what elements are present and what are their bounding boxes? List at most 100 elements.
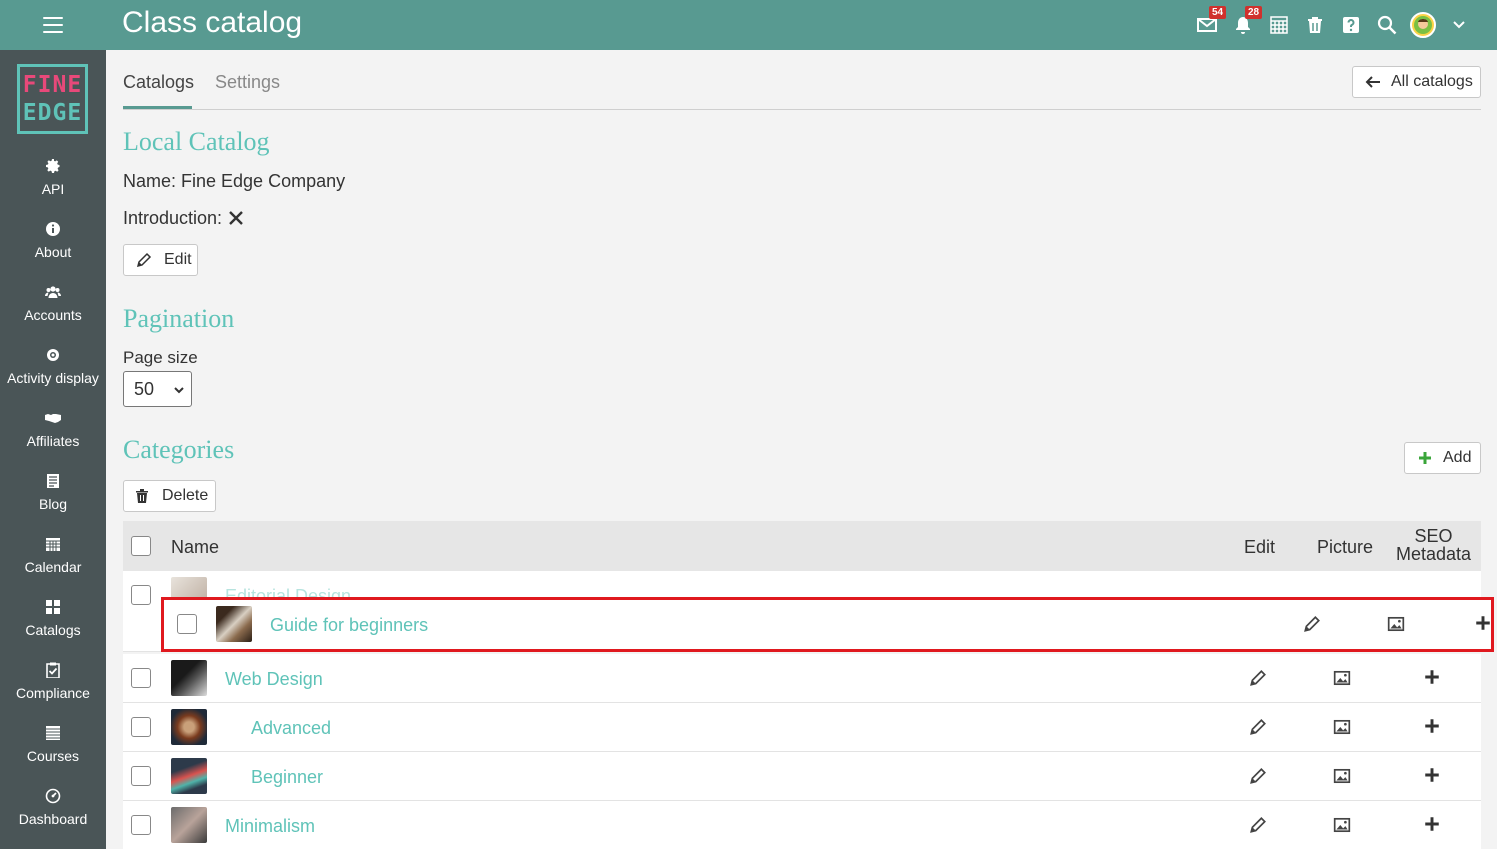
add-category-button[interactable]: Add xyxy=(1404,442,1481,474)
notifications-badge: 28 xyxy=(1245,6,1263,19)
category-name-link[interactable]: Web Design xyxy=(225,669,323,690)
table-row[interactable]: Web Design xyxy=(123,654,1481,703)
pagination-heading: Pagination xyxy=(123,304,235,333)
plus-icon[interactable] xyxy=(1423,766,1441,784)
page-size-label: Page size xyxy=(123,348,198,367)
search-icon xyxy=(1377,15,1397,35)
row-checkbox[interactable] xyxy=(177,614,197,634)
sidebar-item-courses[interactable]: Courses xyxy=(0,720,106,783)
table-row[interactable]: Advanced xyxy=(123,703,1481,752)
category-name-link[interactable]: Beginner xyxy=(251,767,323,788)
tab-settings[interactable]: Settings xyxy=(215,72,280,93)
category-name-link[interactable]: Advanced xyxy=(251,718,331,739)
tab-catalogs[interactable]: Catalogs xyxy=(123,72,194,93)
column-edit: Edit xyxy=(1244,537,1276,557)
row-checkbox[interactable] xyxy=(131,815,151,835)
sidebar-item-calendar[interactable]: Calendar xyxy=(0,531,106,594)
blog-icon xyxy=(45,468,61,494)
plus-icon[interactable] xyxy=(1423,717,1441,735)
sidebar-item-activity-display[interactable]: Activity display xyxy=(0,342,106,405)
grid-icon xyxy=(45,594,61,620)
plus-icon[interactable] xyxy=(1423,815,1441,833)
user-dropdown-toggle[interactable] xyxy=(1441,0,1477,50)
user-menu-button[interactable] xyxy=(1405,0,1441,50)
picture-icon[interactable] xyxy=(1333,816,1351,834)
search-button[interactable] xyxy=(1369,0,1405,50)
menu-toggle-button[interactable] xyxy=(0,0,106,50)
notifications-button[interactable]: 28 xyxy=(1225,0,1263,50)
column-seo-metadata: SEO Metadata xyxy=(1396,526,1472,564)
page-size-select[interactable]: 50 xyxy=(123,371,192,407)
sidebar-item-dashboard[interactable]: Dashboard xyxy=(0,783,106,846)
picture-icon[interactable] xyxy=(1387,615,1405,633)
messages-badge: 54 xyxy=(1209,6,1227,19)
sidebar-item-compliance[interactable]: Compliance xyxy=(0,657,106,720)
messages-button[interactable]: 54 xyxy=(1189,0,1227,50)
chevron-down-icon xyxy=(174,387,184,394)
select-all-checkbox[interactable] xyxy=(131,536,151,556)
trash-button[interactable] xyxy=(1297,0,1333,50)
calendar-grid-icon xyxy=(1270,16,1288,34)
plus-icon[interactable] xyxy=(1474,614,1492,632)
pencil-icon xyxy=(136,252,152,268)
edit-pencil-icon[interactable] xyxy=(1249,816,1267,834)
categories-table-header: Name Edit Picture SEO Metadata xyxy=(123,521,1481,571)
category-name-link[interactable]: Minimalism xyxy=(225,816,315,837)
column-picture: Picture xyxy=(1317,537,1374,557)
sidebar-item-catalogs[interactable]: Catalogs xyxy=(0,594,106,657)
plus-icon xyxy=(1419,452,1431,464)
edit-catalog-button[interactable]: Edit xyxy=(123,244,198,276)
row-checkbox[interactable] xyxy=(131,717,151,737)
tab-bar: Catalogs Settings xyxy=(123,60,1481,110)
user-face-icon xyxy=(1414,16,1432,34)
dot-circle-icon xyxy=(45,342,61,368)
courses-icon xyxy=(45,720,61,746)
trash-icon xyxy=(1308,17,1322,33)
hamburger-icon xyxy=(43,17,63,33)
chevron-down-icon xyxy=(1453,21,1465,29)
edit-pencil-icon[interactable] xyxy=(1249,669,1267,687)
edit-pencil-icon[interactable] xyxy=(1303,615,1321,633)
edit-pencil-icon[interactable] xyxy=(1249,767,1267,785)
delete-button[interactable]: Delete xyxy=(123,480,216,512)
plus-icon[interactable] xyxy=(1423,668,1441,686)
introduction-label: Introduction: xyxy=(123,208,223,228)
sidebar: FINE EDGE API About Accounts Activity di… xyxy=(0,50,106,849)
x-mark-icon xyxy=(228,210,244,231)
introduction-row: Introduction: xyxy=(123,208,244,231)
sidebar-item-blog[interactable]: Blog xyxy=(0,468,106,531)
local-catalog-heading: Local Catalog xyxy=(123,127,270,156)
row-checkbox[interactable] xyxy=(131,668,151,688)
row-checkbox[interactable] xyxy=(131,766,151,786)
edit-pencil-icon[interactable] xyxy=(1249,718,1267,736)
sidebar-item-api[interactable]: API xyxy=(0,153,106,216)
dragged-row-highlight[interactable]: Guide for beginners xyxy=(161,597,1494,652)
help-button[interactable] xyxy=(1333,0,1369,50)
all-catalogs-button[interactable]: All catalogs xyxy=(1352,66,1481,98)
picture-icon[interactable] xyxy=(1333,718,1351,736)
table-row[interactable]: Minimalism xyxy=(123,801,1481,849)
sidebar-item-accounts[interactable]: Accounts xyxy=(0,279,106,342)
dashboard-icon xyxy=(45,783,61,809)
table-row[interactable]: Beginner xyxy=(123,752,1481,801)
calendar-button[interactable] xyxy=(1261,0,1297,50)
sidebar-item-affiliates[interactable]: Affiliates xyxy=(0,405,106,468)
category-thumbnail xyxy=(171,758,207,794)
picture-icon[interactable] xyxy=(1333,669,1351,687)
column-name: Name xyxy=(171,537,220,557)
row-checkbox[interactable] xyxy=(131,585,151,605)
active-tab-indicator xyxy=(123,106,192,109)
avatar xyxy=(1410,12,1436,38)
sidebar-item-about[interactable]: About xyxy=(0,216,106,279)
category-thumbnail xyxy=(171,807,207,843)
handshake-icon xyxy=(45,405,61,431)
category-name-link[interactable]: Guide for beginners xyxy=(270,615,428,636)
category-thumbnail xyxy=(216,606,252,642)
category-thumbnail xyxy=(171,709,207,745)
categories-heading: Categories xyxy=(123,435,235,464)
users-icon xyxy=(45,279,61,305)
picture-icon[interactable] xyxy=(1333,767,1351,785)
fine-edge-logo[interactable]: FINE EDGE xyxy=(17,64,88,134)
arrow-left-icon xyxy=(1365,76,1380,88)
top-toolbar: 54 28 xyxy=(1189,0,1477,50)
